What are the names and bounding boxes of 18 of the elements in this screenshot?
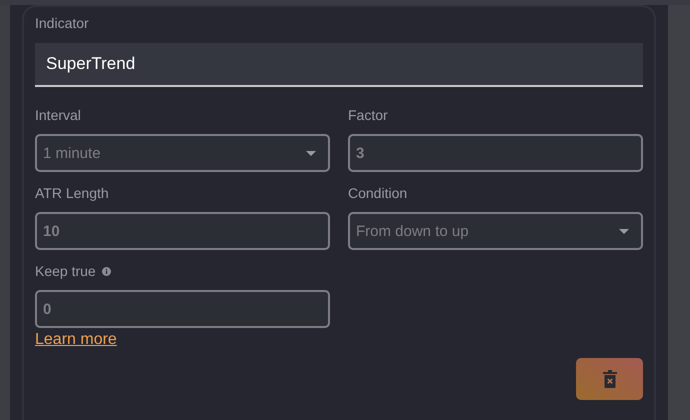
dropdown[interactable]: From down to up: [348, 212, 643, 250]
field-label: Factor: [348, 107, 388, 123]
learn-more-link[interactable]: Learn more: [35, 331, 117, 349]
input-field[interactable]: 0: [35, 290, 330, 328]
input-field[interactable]: 10: [35, 212, 330, 250]
field-label: Indicator: [35, 15, 90, 31]
info-icon[interactable]: [102, 266, 111, 276]
field-label: Interval: [35, 107, 81, 123]
trash-icon: [602, 370, 616, 388]
field-label: ATR Length: [35, 185, 109, 201]
field-label: Keep true: [35, 263, 96, 279]
field-label: Condition: [348, 185, 408, 201]
indicator-field[interactable]: SuperTrend: [35, 43, 643, 87]
dropdown[interactable]: 1 minute: [35, 134, 330, 172]
caret-icon: [619, 228, 629, 234]
caret-icon: [306, 150, 316, 156]
delete-button[interactable]: [576, 358, 643, 400]
input-field[interactable]: 3: [348, 134, 643, 172]
